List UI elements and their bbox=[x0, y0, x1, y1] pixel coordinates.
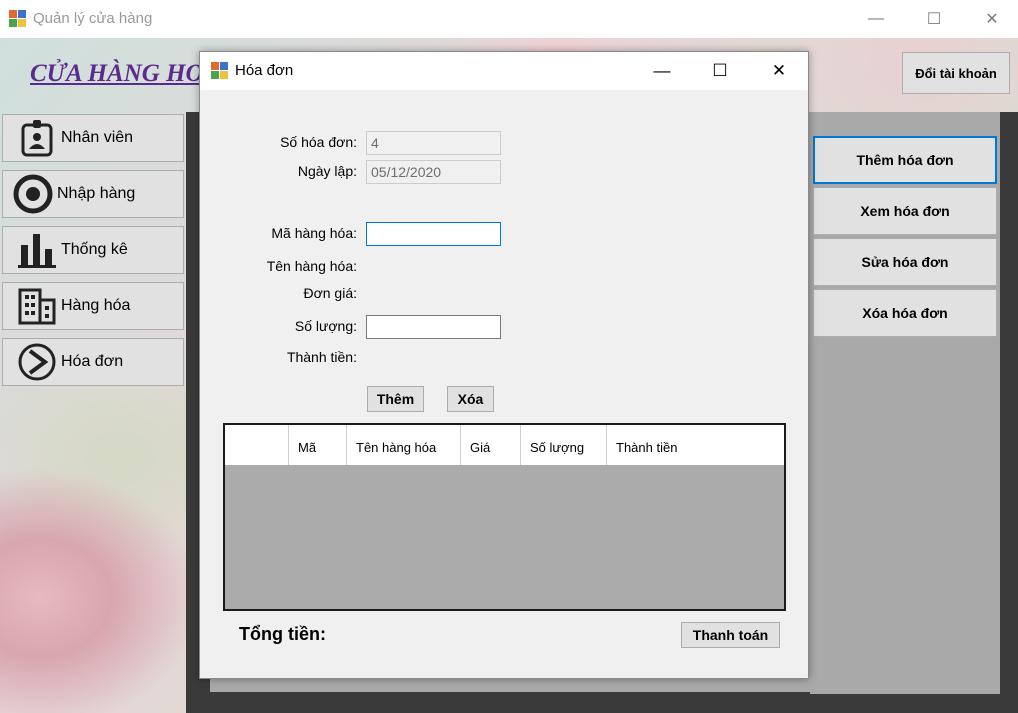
grid-column-price[interactable]: Giá bbox=[461, 425, 521, 465]
building-icon bbox=[17, 286, 57, 326]
product-code-input[interactable] bbox=[366, 222, 501, 246]
switch-account-button[interactable]: Đổi tài khoản bbox=[902, 52, 1010, 94]
amount-label: Thành tiền: bbox=[286, 349, 357, 365]
invoice-number-field: 4 bbox=[366, 131, 501, 155]
unit-price-label: Đơn giá: bbox=[303, 285, 357, 301]
sidebar-item-label: Nhập hàng bbox=[57, 185, 136, 202]
dialog-title: Hóa đơn bbox=[235, 62, 294, 79]
grid-column-name[interactable]: Tên hàng hóa bbox=[347, 425, 461, 465]
delete-invoice-button[interactable]: Xóa hóa đơn bbox=[813, 289, 997, 337]
view-invoice-button[interactable]: Xem hóa đơn bbox=[813, 187, 997, 235]
sidebar-item-import[interactable]: Nhập hàng bbox=[2, 170, 184, 218]
product-code-label: Mã hàng hóa: bbox=[271, 225, 357, 241]
date-label: Ngày lập: bbox=[297, 163, 357, 179]
quantity-label: Số lượng: bbox=[294, 318, 357, 334]
main-window-title: Quản lý cửa hàng bbox=[33, 10, 153, 27]
invoice-items-grid[interactable]: Mã Tên hàng hóa Giá Số lượng Thành tiền bbox=[223, 423, 786, 611]
grid-column-amount[interactable]: Thành tiền bbox=[607, 425, 784, 465]
delete-item-button[interactable]: Xóa bbox=[447, 386, 494, 412]
main-window-titlebar: Quản lý cửa hàng — ☐ ✕ bbox=[0, 0, 1018, 38]
add-item-button[interactable]: Thêm bbox=[367, 386, 424, 412]
close-button[interactable]: ✕ bbox=[969, 0, 1015, 38]
grid-column-code[interactable]: Mã bbox=[289, 425, 347, 465]
dialog-maximize-button[interactable]: ☐ bbox=[697, 52, 743, 90]
sidebar-item-label: Hóa đơn bbox=[61, 353, 124, 370]
shop-title: CỬA HÀNG HOA bbox=[30, 60, 221, 87]
invoice-dialog: Hóa đơn — ☐ ✕ Số hóa đơn: 4 Ngày lập: 05… bbox=[199, 51, 809, 679]
dialog-minimize-button[interactable]: — bbox=[639, 52, 685, 90]
pay-button[interactable]: Thanh toán bbox=[681, 622, 780, 648]
sidebar-item-invoices[interactable]: Hóa đơn bbox=[2, 338, 184, 386]
sidebar-item-statistics[interactable]: Thống kê bbox=[2, 226, 184, 274]
sidebar-item-products[interactable]: Hàng hóa bbox=[2, 282, 184, 330]
date-field: 05/12/2020 bbox=[366, 160, 501, 184]
sidebar-item-label: Hàng hóa bbox=[61, 297, 131, 314]
dialog-titlebar: Hóa đơn — ☐ ✕ bbox=[200, 52, 808, 90]
maximize-button[interactable]: ☐ bbox=[911, 0, 957, 38]
product-name-label: Tên hàng hóa: bbox=[266, 258, 357, 274]
import-target-icon bbox=[13, 174, 53, 214]
dialog-close-button[interactable]: ✕ bbox=[756, 52, 802, 90]
grid-row-header bbox=[225, 425, 289, 465]
minimize-button[interactable]: — bbox=[853, 0, 899, 38]
add-invoice-button[interactable]: Thêm hóa đơn bbox=[813, 136, 997, 184]
grid-column-quantity[interactable]: Số lượng bbox=[521, 425, 607, 465]
grid-header: Mã Tên hàng hóa Giá Số lượng Thành tiền bbox=[225, 425, 784, 465]
invoice-number-label: Số hóa đơn: bbox=[280, 134, 357, 150]
edit-invoice-button[interactable]: Sửa hóa đơn bbox=[813, 238, 997, 286]
sidebar-item-employees[interactable]: Nhân viên bbox=[2, 114, 184, 162]
sidebar-item-label: Nhân viên bbox=[61, 129, 134, 146]
employee-badge-icon bbox=[17, 118, 57, 158]
bar-chart-icon bbox=[17, 230, 57, 270]
sidebar-item-label: Thống kê bbox=[61, 241, 128, 258]
dialog-app-icon bbox=[211, 62, 229, 80]
total-label: Tổng tiền: bbox=[239, 624, 326, 644]
app-icon bbox=[9, 10, 27, 28]
quantity-input[interactable] bbox=[366, 315, 501, 339]
invoice-arrow-icon bbox=[17, 342, 57, 382]
